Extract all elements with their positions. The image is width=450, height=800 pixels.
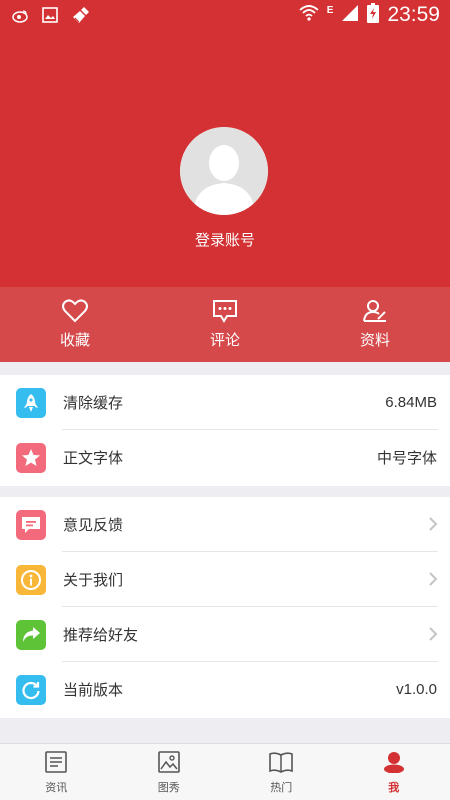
wifi-icon bbox=[299, 4, 319, 26]
user-icon bbox=[382, 751, 406, 777]
body-font-row[interactable]: 正文字体 中号字体 bbox=[0, 430, 450, 485]
image-icon bbox=[42, 7, 58, 27]
broom-icon bbox=[72, 6, 90, 28]
body-font-label: 正文字体 bbox=[63, 449, 124, 467]
recommend-label: 推荐给好友 bbox=[63, 626, 139, 644]
profile-info-button[interactable]: 资料 bbox=[300, 287, 450, 362]
nav-label: 我 bbox=[388, 781, 400, 794]
weibo-icon bbox=[12, 8, 28, 27]
version-value: v1.0.0 bbox=[396, 681, 437, 698]
avatar[interactable] bbox=[180, 127, 268, 215]
recommend-row[interactable]: 推荐给好友 bbox=[0, 607, 450, 662]
favorites-label: 收藏 bbox=[59, 331, 90, 349]
chevron-right-icon bbox=[428, 571, 438, 591]
nav-label: 资讯 bbox=[45, 781, 68, 794]
clear-cache-label: 清除缓存 bbox=[63, 394, 124, 412]
profile-action-bar: 收藏 评论 资料 bbox=[0, 287, 450, 362]
nav-label: 热门 bbox=[270, 781, 293, 794]
comments-button[interactable]: 评论 bbox=[150, 287, 300, 362]
star-icon bbox=[16, 442, 46, 473]
info-icon bbox=[16, 564, 46, 595]
share-icon bbox=[16, 619, 46, 650]
battery-icon bbox=[367, 3, 380, 27]
default-avatar-icon bbox=[180, 127, 268, 215]
feedback-row[interactable]: 意见反馈 bbox=[0, 497, 450, 552]
heart-icon bbox=[62, 299, 88, 323]
book-icon bbox=[268, 751, 294, 777]
rocket-icon bbox=[16, 387, 46, 418]
bottom-navigation: 资讯 图秀 热门 我 bbox=[0, 743, 450, 800]
refresh-icon bbox=[16, 674, 46, 705]
status-time: 23:59 bbox=[387, 3, 440, 26]
profile-header: E 23:59 登录账号 bbox=[0, 0, 450, 287]
network-type-label: E bbox=[326, 4, 334, 16]
comments-label: 评论 bbox=[209, 331, 240, 349]
chevron-right-icon bbox=[428, 626, 438, 646]
settings-group-storage: 清除缓存 6.84MB 正文字体 中号字体 bbox=[0, 375, 450, 486]
version-label: 当前版本 bbox=[63, 681, 124, 699]
nav-item-news[interactable]: 资讯 bbox=[0, 744, 113, 800]
comment-icon bbox=[212, 299, 238, 323]
chevron-right-icon bbox=[428, 516, 438, 536]
settings-group-about: 意见反馈 关于我们 推荐给好友 当前版本 v1.0.0 bbox=[0, 497, 450, 718]
nav-item-hot[interactable]: 热门 bbox=[225, 744, 338, 800]
message-icon bbox=[16, 509, 46, 540]
news-icon bbox=[44, 751, 68, 777]
signal-icon bbox=[341, 4, 359, 26]
about-us-row[interactable]: 关于我们 bbox=[0, 552, 450, 607]
nav-item-me[interactable]: 我 bbox=[338, 744, 450, 800]
profile-edit-icon bbox=[362, 299, 388, 323]
nav-label: 图秀 bbox=[157, 781, 180, 794]
favorites-button[interactable]: 收藏 bbox=[0, 287, 150, 362]
clear-cache-row[interactable]: 清除缓存 6.84MB bbox=[0, 375, 450, 430]
profile-info-label: 资料 bbox=[359, 331, 390, 349]
feedback-label: 意见反馈 bbox=[63, 516, 124, 534]
about-us-label: 关于我们 bbox=[63, 571, 124, 589]
login-account-link[interactable]: 登录账号 bbox=[0, 229, 450, 250]
nav-item-gallery[interactable]: 图秀 bbox=[113, 744, 226, 800]
cache-size-value: 6.84MB bbox=[385, 394, 437, 411]
font-size-value: 中号字体 bbox=[376, 449, 437, 467]
picture-icon bbox=[157, 751, 181, 777]
status-bar: E 23:59 bbox=[0, 0, 450, 34]
version-row[interactable]: 当前版本 v1.0.0 bbox=[0, 662, 450, 717]
